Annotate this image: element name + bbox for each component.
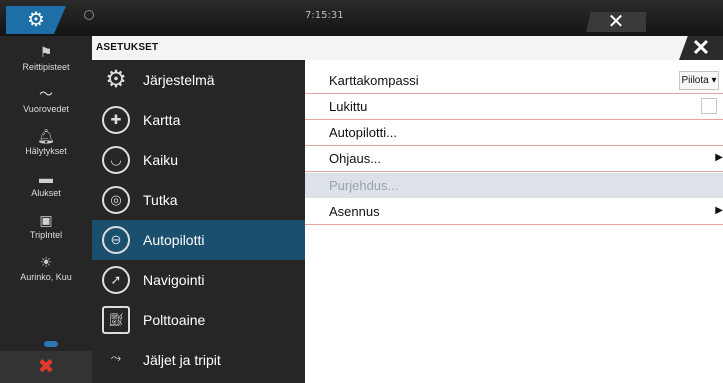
gear-icon: ⚙ — [105, 66, 127, 93]
tripintel-icon: ▣ — [39, 212, 53, 228]
clock: 7:15:31 — [305, 10, 344, 21]
category-tutka[interactable]: ◎ Tutka — [92, 180, 305, 220]
option-label: Autopilotti... — [329, 125, 397, 140]
category-autopilotti[interactable]: ⊖ Autopilotti — [92, 220, 305, 260]
chevron-right-icon: ▶ — [715, 152, 723, 163]
chevron-right-icon: ▶ — [715, 205, 723, 216]
category-polttoaine[interactable]: ⛽︎ Polttoaine — [92, 300, 305, 340]
dropdown-value: Piilota — [681, 75, 709, 86]
rail-item-label: Hälytykset — [25, 146, 67, 156]
compass-icon: ➚ — [102, 266, 130, 294]
category-kartta[interactable]: ✚ Kartta — [92, 100, 305, 140]
option-label: Karttakompassi — [329, 73, 419, 88]
rail-item-label: Reittipisteet — [22, 62, 70, 72]
category-navigointi[interactable]: ➚ Navigointi — [92, 260, 305, 300]
flag-icon: ⚑ — [39, 44, 53, 60]
close-sidebar-button[interactable]: ✖ — [0, 351, 92, 383]
option-label: Purjehdus... — [329, 178, 399, 193]
rail-item-label: Aurinko, Kuu — [20, 272, 72, 282]
category-kaiku[interactable]: ◡ Kaiku — [92, 140, 305, 180]
scroll-indicator[interactable] — [44, 341, 58, 347]
option-ohjaus[interactable]: Ohjaus... ▶ — [305, 146, 723, 172]
bell-icon: 🔔︎ — [37, 128, 55, 144]
rail-item-label: TripIntel — [29, 230, 63, 240]
category-label: Kartta — [143, 112, 181, 128]
category-label: Järjestelmä — [143, 72, 215, 88]
rail-item-alukset[interactable]: ▬ Alukset — [0, 170, 92, 198]
settings-categories: ⚙ Järjestelmä ✚ Kartta ◡ Kaiku ◎ Tutka ⊖… — [92, 60, 305, 383]
category-label: Tutka — [143, 192, 178, 208]
settings-options: Karttakompassi Piilota ▾ Lukittu Autopil… — [305, 60, 723, 383]
settings-dialog: ASETUKSET ✕ ⚙ Järjestelmä ✚ Kartta ◡ Kai… — [92, 36, 723, 383]
dialog-header: ASETUKSET ✕ — [92, 36, 723, 61]
option-label: Asennus — [329, 204, 380, 219]
chart-icon: ✚ — [102, 106, 130, 134]
sidebar-rail: ⚑ Reittipisteet 〜 Vuorovedet 🔔︎ Hälytyks… — [0, 36, 92, 383]
category-label: Jäljet ja tripit — [143, 352, 221, 368]
option-purjehdus: Purjehdus... — [305, 173, 723, 198]
option-asennus[interactable]: Asennus ▶ — [305, 199, 723, 225]
fuel-icon: ⛽︎ — [102, 306, 130, 334]
option-karttakompassi[interactable]: Karttakompassi Piilota ▾ — [305, 68, 723, 94]
rail-item-halytykset[interactable]: 🔔︎ Hälytykset — [0, 128, 92, 156]
rail-item-vuorovedet[interactable]: 〜 Vuorovedet — [0, 86, 92, 114]
category-label: Polttoaine — [143, 312, 206, 328]
sun-moon-icon: ☀ — [39, 254, 53, 270]
lukittu-checkbox[interactable] — [701, 98, 717, 114]
wave-icon: 〜 — [39, 86, 53, 102]
option-label: Ohjaus... — [329, 151, 382, 166]
vessels-icon: ▬ — [39, 170, 53, 186]
dialog-close-button[interactable]: ✕ — [679, 36, 723, 60]
rail-item-label: Vuorovedet — [23, 104, 69, 114]
top-close-button[interactable]: ✕ — [586, 12, 646, 32]
echo-icon: ◡ — [102, 146, 130, 174]
globe-icon — [84, 10, 94, 20]
rail-item-label: Alukset — [31, 188, 61, 198]
option-lukittu[interactable]: Lukittu — [305, 94, 723, 120]
steering-wheel-icon: ⊖ — [102, 226, 130, 254]
category-label: Navigointi — [143, 272, 205, 288]
dialog-title: ASETUKSET — [96, 42, 159, 53]
status-bar: ⚙ 7:15:31 ✕ — [0, 0, 723, 36]
option-label: Lukittu — [329, 99, 368, 114]
category-jaljet-ja-tripit[interactable]: ⤳ Jäljet ja tripit — [92, 340, 305, 380]
rail-item-tripintel[interactable]: ▣ TripIntel — [0, 212, 92, 240]
rail-item-reittipisteet[interactable]: ⚑ Reittipisteet — [0, 44, 92, 72]
trails-icon: ⤳ — [110, 350, 122, 365]
rail-item-aurinko-kuu[interactable]: ☀ Aurinko, Kuu — [0, 254, 92, 282]
option-autopilotti[interactable]: Autopilotti... — [305, 120, 723, 146]
category-label: Kaiku — [143, 152, 179, 168]
category-jarjestelma[interactable]: ⚙ Järjestelmä — [92, 60, 305, 100]
category-label: Autopilotti — [143, 232, 205, 248]
karttakompassi-dropdown[interactable]: Piilota ▾ — [679, 71, 719, 90]
radar-icon: ◎ — [102, 186, 130, 214]
settings-gear-button[interactable]: ⚙ — [6, 6, 66, 34]
